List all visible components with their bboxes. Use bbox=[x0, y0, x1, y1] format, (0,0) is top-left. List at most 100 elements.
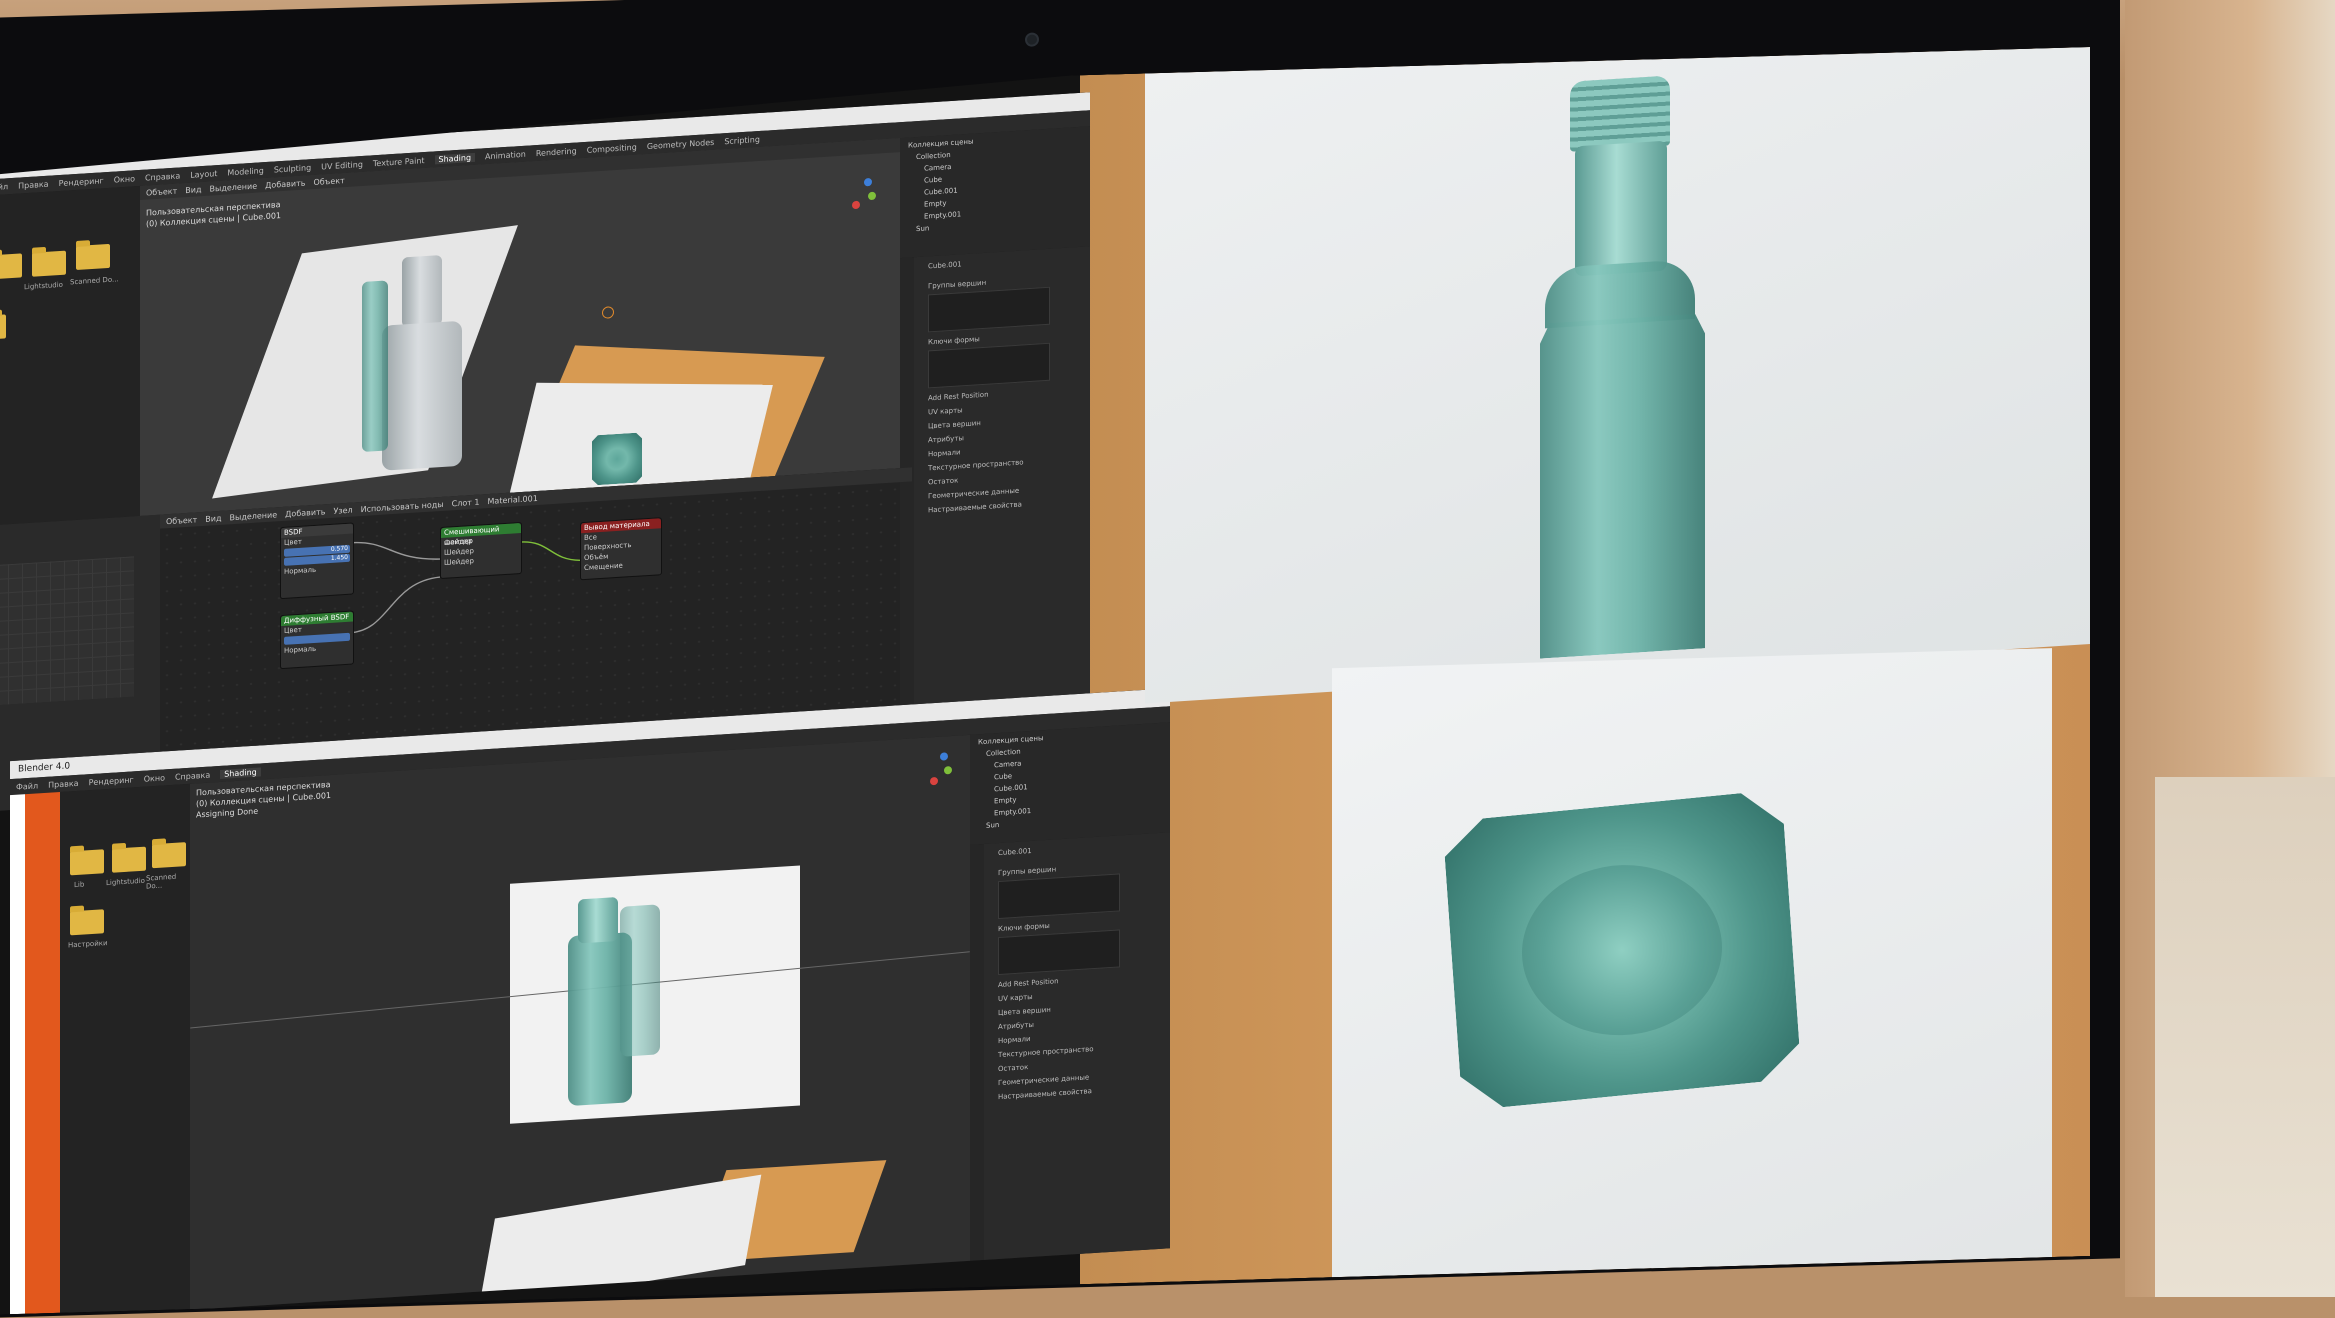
workspace-tab-compositing[interactable]: Compositing bbox=[587, 142, 637, 154]
workspace-tab-rendering[interactable]: Rendering bbox=[536, 146, 577, 158]
props-section[interactable]: Настраиваемые свойства bbox=[998, 1087, 1092, 1101]
menu-file[interactable]: Файл bbox=[0, 182, 8, 192]
props-section[interactable]: Остаток bbox=[928, 477, 958, 487]
outliner-item[interactable]: Sun bbox=[916, 224, 929, 233]
workspace-tab-sculpting[interactable]: Sculpting bbox=[274, 163, 311, 174]
props-section[interactable]: Текстурное пространство bbox=[928, 458, 1024, 472]
folder-icon[interactable] bbox=[32, 251, 66, 277]
node-diffuse[interactable]: Диффузный BSDF Цвет Нормаль bbox=[280, 610, 354, 669]
props-section[interactable]: Группы вершин bbox=[928, 279, 986, 291]
workspace-tab-animation[interactable]: Animation bbox=[485, 149, 526, 161]
props-section[interactable]: Ключи формы bbox=[998, 922, 1050, 933]
shape-keys-list[interactable] bbox=[928, 343, 1050, 389]
props-section[interactable]: Атрибуты bbox=[998, 1021, 1034, 1031]
workspace-tab-layout[interactable]: Layout bbox=[190, 169, 217, 180]
outliner-item[interactable]: Camera bbox=[994, 760, 1021, 770]
props-section[interactable]: Геометрические данные bbox=[928, 487, 1019, 501]
outliner-item[interactable]: Camera bbox=[924, 163, 951, 173]
menu-help[interactable]: Справка bbox=[175, 770, 210, 781]
outliner-item[interactable]: Cube bbox=[924, 176, 942, 185]
props-section[interactable]: Цвета вершин bbox=[998, 1006, 1051, 1017]
folder-icon[interactable] bbox=[70, 849, 104, 875]
outliner-item[interactable]: Collection bbox=[916, 151, 951, 161]
shape-keys-list[interactable] bbox=[998, 929, 1120, 975]
workspace-tab-shading[interactable]: Shading bbox=[435, 152, 476, 164]
menu-help[interactable]: Справка bbox=[145, 171, 180, 182]
webcam bbox=[1025, 32, 1039, 47]
folder-icon[interactable] bbox=[0, 253, 22, 279]
outliner-item[interactable]: Коллекция сцены bbox=[908, 138, 974, 150]
viewport-menu-object[interactable]: Объект bbox=[146, 186, 177, 197]
viewport-menu-select[interactable]: Выделение bbox=[210, 181, 258, 193]
menu-edit[interactable]: Правка bbox=[48, 778, 78, 789]
menu-window[interactable]: Окно bbox=[114, 174, 135, 184]
props-section[interactable]: Add Rest Position bbox=[928, 391, 989, 403]
bottle-model-back bbox=[620, 904, 660, 1057]
bottle-neck bbox=[1575, 141, 1667, 277]
outliner-item[interactable]: Empty bbox=[924, 199, 947, 208]
menu-render[interactable]: Рендеринг bbox=[89, 775, 134, 787]
workspace-tab-geometry[interactable]: Geometry Nodes bbox=[647, 137, 714, 150]
props-section[interactable]: Остаток bbox=[998, 1063, 1028, 1073]
outliner-item[interactable]: Sun bbox=[986, 821, 999, 830]
gizmo-z-dot[interactable] bbox=[940, 752, 948, 761]
folder-icon[interactable] bbox=[70, 909, 104, 935]
reference-bottle-side bbox=[362, 280, 388, 452]
menu-render[interactable]: Рендеринг bbox=[59, 176, 104, 188]
node-mix-shader[interactable]: Смешивающий шейдер Фактор Шейдер Шейдер bbox=[440, 522, 522, 579]
props-section[interactable]: Геометрические данные bbox=[998, 1073, 1089, 1087]
outliner-item[interactable]: Empty.001 bbox=[924, 210, 961, 220]
node-bsdf[interactable]: BSDF Цвет 0.570 1.450 Нормаль bbox=[280, 522, 354, 599]
viewport-info: Пользовательская перспектива (0) Коллекц… bbox=[146, 199, 281, 229]
folder-icon[interactable] bbox=[152, 842, 186, 868]
bottle-thread bbox=[1570, 75, 1670, 151]
laptop-screen: Blender 4.0 Файл Правка Рендеринг Окно С… bbox=[0, 47, 2090, 1315]
gizmo-z-dot[interactable] bbox=[864, 178, 872, 187]
viewport-menu-view[interactable]: Вид bbox=[185, 185, 201, 195]
folder-label: Lib bbox=[74, 880, 85, 890]
gizmo-y-dot[interactable] bbox=[944, 766, 952, 775]
3d-viewport[interactable]: Объект Вид Выделение Добавить Объект Пол… bbox=[140, 138, 900, 516]
workspace-tab-modeling[interactable]: Modeling bbox=[227, 166, 263, 177]
props-section[interactable]: Цвета вершин bbox=[928, 419, 981, 430]
3d-viewport[interactable]: Пользовательская перспектива (0) Коллекц… bbox=[190, 735, 970, 1314]
side-icons bbox=[970, 844, 984, 1265]
outliner-item[interactable]: Empty bbox=[994, 796, 1017, 805]
props-section[interactable]: Add Rest Position bbox=[998, 977, 1059, 989]
node-material-output[interactable]: Вывод материала Все Поверхность Объём См… bbox=[580, 517, 662, 580]
light-empty-icon[interactable] bbox=[602, 306, 614, 319]
props-section[interactable]: Настраиваемые свойства bbox=[928, 501, 1022, 515]
props-section[interactable]: UV карты bbox=[928, 406, 963, 416]
props-section[interactable]: Ключи формы bbox=[928, 335, 980, 346]
vertex-groups-list[interactable] bbox=[998, 873, 1120, 919]
props-section[interactable]: Группы вершин bbox=[998, 865, 1056, 877]
menu-window[interactable]: Окно bbox=[144, 773, 165, 783]
workspace-tab-shading[interactable]: Shading bbox=[220, 767, 261, 779]
outliner-item[interactable]: Коллекция сцены bbox=[978, 734, 1044, 746]
outliner-item[interactable]: Empty.001 bbox=[994, 807, 1031, 817]
menu-edit[interactable]: Правка bbox=[18, 179, 48, 190]
outliner-item[interactable]: Collection bbox=[986, 748, 1021, 758]
outliner-item[interactable]: Cube bbox=[994, 772, 1012, 781]
props-section[interactable]: Нормали bbox=[998, 1035, 1031, 1045]
folder-icon[interactable] bbox=[76, 244, 110, 270]
folder-icon[interactable] bbox=[0, 314, 6, 339]
workspace-tab-scripting[interactable]: Scripting bbox=[724, 134, 760, 145]
vertex-groups-list[interactable] bbox=[928, 287, 1050, 333]
props-section[interactable]: Атрибуты bbox=[928, 434, 964, 444]
viewport-menu-object2[interactable]: Объект bbox=[313, 176, 344, 187]
viewport-menu-add[interactable]: Добавить bbox=[265, 178, 305, 190]
menu-file[interactable]: Файл bbox=[16, 781, 38, 791]
workspace-tab-uv[interactable]: UV Editing bbox=[321, 159, 363, 171]
props-section[interactable]: UV карты bbox=[998, 993, 1033, 1003]
workspace-tab-texture[interactable]: Texture Paint bbox=[373, 156, 425, 168]
gizmo-x-dot[interactable] bbox=[930, 777, 938, 786]
gizmo-y-dot[interactable] bbox=[868, 192, 876, 201]
props-section[interactable]: Текстурное пространство bbox=[998, 1045, 1094, 1059]
node-link bbox=[350, 537, 440, 565]
outliner-item[interactable]: Cube.001 bbox=[924, 187, 958, 197]
gizmo-x-dot[interactable] bbox=[852, 201, 860, 210]
props-section[interactable]: Нормали bbox=[928, 448, 961, 458]
folder-icon[interactable] bbox=[112, 847, 146, 873]
outliner-item[interactable]: Cube.001 bbox=[994, 783, 1028, 793]
